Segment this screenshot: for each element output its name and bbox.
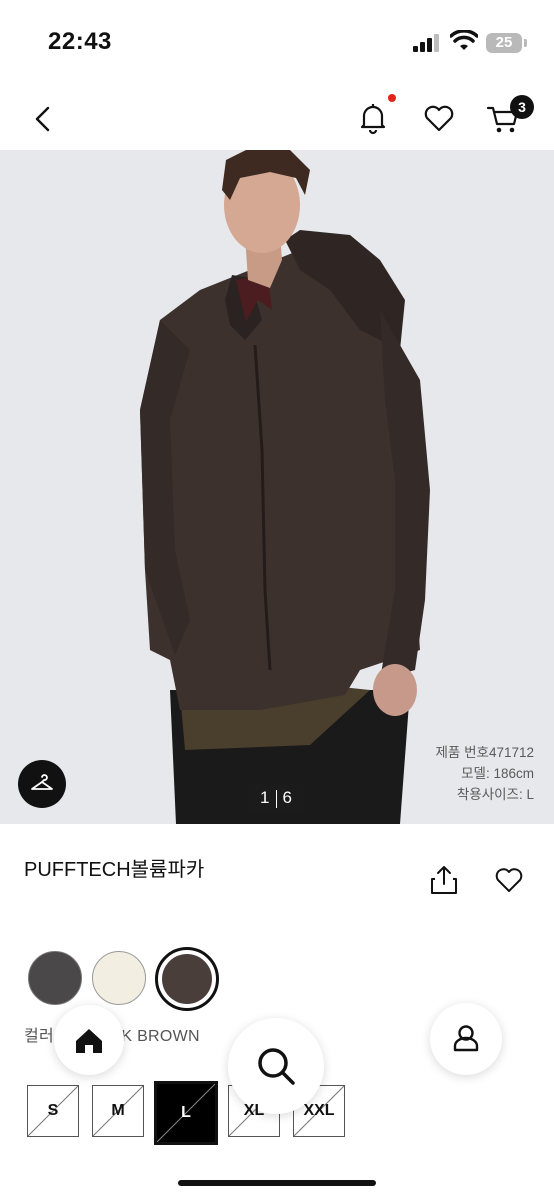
cart-count-badge: 3 xyxy=(510,95,534,119)
color-swatch-cream[interactable] xyxy=(92,951,146,1005)
hanger-button[interactable] xyxy=(18,760,66,808)
notification-bell-icon[interactable] xyxy=(355,100,391,136)
wifi-icon xyxy=(450,30,478,50)
color-swatch-gray[interactable] xyxy=(28,951,82,1005)
size-option-xxl[interactable]: XXL xyxy=(293,1085,345,1137)
model-height: 모델: 186cm xyxy=(461,766,534,781)
image-page-indicator: 16 xyxy=(248,783,304,813)
product-title: PUFFTECH볼륨파카 xyxy=(24,859,205,881)
size-label: M xyxy=(111,1102,125,1119)
size-label: XXL xyxy=(303,1102,335,1119)
page-current: 1 xyxy=(260,788,270,807)
model-photo xyxy=(0,150,554,824)
notification-dot xyxy=(388,94,396,102)
account-button[interactable] xyxy=(430,1003,502,1075)
battery-icon: 25 xyxy=(486,33,522,53)
app-bar xyxy=(0,88,554,148)
size-option-s[interactable]: S xyxy=(27,1085,79,1137)
color-swatch-dark-brown[interactable] xyxy=(162,954,212,1004)
battery-cap xyxy=(524,39,527,47)
page-total: 6 xyxy=(282,788,292,807)
share-icon[interactable] xyxy=(429,864,459,896)
back-button[interactable] xyxy=(26,102,60,136)
status-time: 22:43 xyxy=(48,28,112,55)
size-option-m[interactable]: M xyxy=(92,1085,144,1137)
size-label: S xyxy=(47,1102,59,1119)
worn-size: 착용사이즈: L xyxy=(456,787,534,802)
product-image[interactable] xyxy=(0,150,554,824)
wishlist-heart-icon[interactable] xyxy=(421,100,457,136)
status-bar: 22:43 25 xyxy=(0,0,554,80)
size-label: L xyxy=(181,1104,191,1121)
home-indicator xyxy=(178,1180,376,1186)
signal-icon xyxy=(413,34,439,52)
size-label: XL xyxy=(243,1102,265,1119)
home-icon xyxy=(76,1029,102,1053)
size-option-l[interactable]: L xyxy=(154,1081,218,1145)
user-icon xyxy=(453,1025,479,1052)
page-separator xyxy=(275,789,277,808)
image-model-info: 제품 번호471712 모델: 186cm 착용사이즈: L xyxy=(436,742,534,805)
size-option-xl[interactable]: XL xyxy=(228,1085,280,1137)
hanger-icon xyxy=(31,774,53,790)
product-wishlist-icon[interactable] xyxy=(494,866,524,894)
product-number: 제품 번호471712 xyxy=(435,745,534,760)
home-button[interactable] xyxy=(54,1005,124,1075)
